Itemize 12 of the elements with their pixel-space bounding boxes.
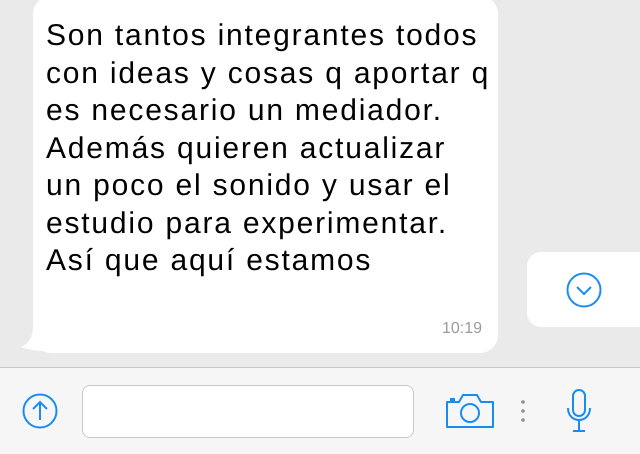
upload-icon (22, 393, 58, 429)
message-text: Son tantos integrantes todos con ideas y cosas q aportar q es necesario un mediador. Además quieren actualizar un poco el sonido y usar el estudio para experimentar. Así que aquí estamos (46, 18, 491, 279)
camera-icon (445, 393, 495, 429)
chevron-down-icon (566, 272, 602, 308)
upload-button[interactable] (22, 393, 58, 429)
message-time: 10:19 (442, 319, 482, 339)
microphone-button[interactable] (565, 388, 593, 434)
more-icon[interactable] (521, 400, 525, 422)
microphone-icon (565, 388, 593, 434)
camera-button[interactable] (445, 391, 495, 431)
message-field[interactable] (82, 384, 414, 438)
scroll-down-button[interactable] (527, 252, 640, 327)
